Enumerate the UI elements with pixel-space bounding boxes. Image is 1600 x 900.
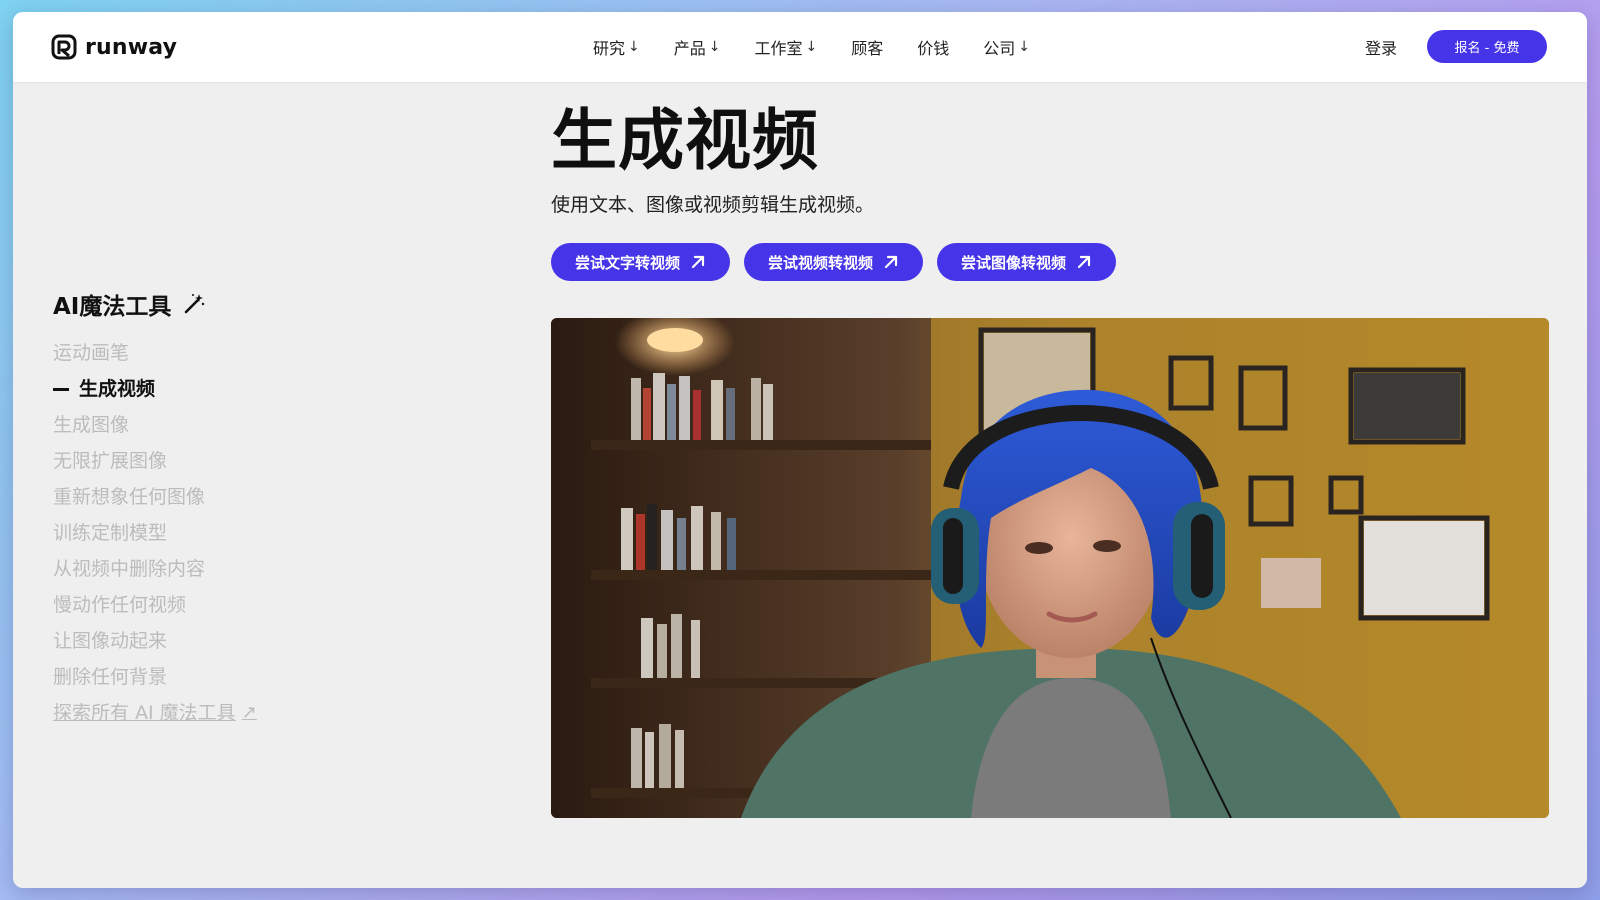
menu-item-label: 公司	[983, 39, 1016, 58]
cta-label: 尝试文字转视频	[575, 253, 681, 272]
sidebar-item-label: 慢动作任何视频	[53, 594, 187, 616]
sidebar-item-label: 训练定制模型	[53, 522, 168, 544]
arrow-up-right-icon	[884, 255, 898, 269]
cta-label: 尝试视频转视频	[768, 253, 874, 272]
sidebar-item-label: 重新想象任何图像	[53, 486, 206, 508]
menu-item-label: 研究	[593, 39, 626, 58]
page-subtitle: 使用文本、图像或视频剪辑生成视频。	[551, 194, 875, 216]
sidebar-item-remove-from-video[interactable]: 从视频中删除内容	[53, 551, 493, 587]
sidebar-item-reimagine-image[interactable]: 重新想象任何图像	[53, 479, 493, 515]
hero-illustration	[551, 318, 1549, 818]
arrow-down-icon: ↓	[805, 39, 818, 55]
sidebar-heading-text: AI魔法工具	[53, 294, 172, 320]
arrow-down-icon: ↓	[708, 39, 721, 55]
sidebar-item-label: 生成视频	[79, 378, 156, 400]
sidebar-item-train-model[interactable]: 训练定制模型	[53, 515, 493, 551]
main-menu: 研究 ↓ 产品 ↓ 工作室 ↓ 顾客 价钱 公司 ↓	[593, 12, 1064, 82]
sidebar-item-slow-motion[interactable]: 慢动作任何视频	[53, 587, 493, 623]
try-image-to-video-button[interactable]: 尝试图像转视频	[937, 243, 1117, 281]
arrow-down-icon: ↓	[1018, 39, 1031, 55]
magic-wand-icon	[185, 294, 205, 314]
sidebar-list: 运动画笔 生成视频 生成图像 无限扩展图像 重新想象任何图像 训练定制模型 从视…	[53, 335, 493, 731]
try-text-to-video-button[interactable]: 尝试文字转视频	[551, 243, 731, 281]
sidebar-item-generate-image[interactable]: 生成图像	[53, 407, 493, 443]
login-link[interactable]: 登录	[1365, 35, 1397, 59]
sidebar-item-motion-brush[interactable]: 运动画笔	[53, 335, 493, 371]
top-navigation: runway 研究 ↓ 产品 ↓ 工作室 ↓ 顾客 价钱 公司 ↓ 登录 报名 …	[13, 12, 1587, 83]
menu-item-research[interactable]: 研究 ↓	[593, 35, 640, 59]
sidebar-item-expand-image[interactable]: 无限扩展图像	[53, 443, 493, 479]
sidebar-item-label: 无限扩展图像	[53, 450, 168, 472]
sidebar-item-animate-image[interactable]: 让图像动起来	[53, 623, 493, 659]
arrow-up-right-icon	[691, 255, 705, 269]
runway-logo-icon	[51, 34, 77, 60]
menu-item-label: 产品	[673, 39, 706, 58]
page-title: 生成视频	[551, 102, 819, 179]
logo[interactable]: runway	[51, 34, 177, 60]
explore-all-tools-link[interactable]: 探索所有 AI 魔法工具 ↗	[53, 695, 493, 731]
sidebar-item-label: 运动画笔	[53, 342, 130, 364]
explore-link-label: 探索所有 AI 魔法工具	[53, 702, 236, 724]
sidebar-item-label: 让图像动起来	[53, 630, 168, 652]
hero-image	[551, 318, 1549, 818]
external-link-icon: ↗	[241, 702, 257, 723]
try-video-to-video-button[interactable]: 尝试视频转视频	[744, 243, 924, 281]
tools-sidebar: AI魔法工具 运动画笔 生成视频 生成图像 无限扩展图像 重新想象任何图像 训练…	[53, 287, 493, 731]
menu-item-label: 工作室	[754, 39, 803, 58]
signup-button[interactable]: 报名 - 免费	[1427, 30, 1547, 63]
active-indicator	[53, 387, 69, 391]
sidebar-item-label: 生成图像	[53, 414, 130, 436]
sidebar-heading: AI魔法工具	[53, 287, 493, 321]
sidebar-item-label: 删除任何背景	[53, 666, 168, 688]
menu-item-studio[interactable]: 工作室 ↓	[755, 35, 818, 59]
menu-item-products[interactable]: 产品 ↓	[674, 35, 721, 59]
main-content: 生成视频 使用文本、图像或视频剪辑生成视频。 尝试文字转视频 尝试视频转视频 尝…	[551, 102, 1117, 281]
menu-item-company[interactable]: 公司 ↓	[983, 35, 1030, 59]
browser-window: runway 研究 ↓ 产品 ↓ 工作室 ↓ 顾客 价钱 公司 ↓ 登录 报名 …	[13, 12, 1587, 888]
menu-item-label: 价钱	[917, 39, 950, 58]
sidebar-item-label: 从视频中删除内容	[53, 558, 206, 580]
menu-item-customers[interactable]: 顾客	[851, 35, 883, 59]
menu-item-label: 顾客	[851, 39, 884, 58]
sidebar-item-generate-video[interactable]: 生成视频	[53, 371, 493, 407]
brand-name: runway	[85, 34, 178, 60]
arrow-up-right-icon	[1077, 255, 1091, 269]
cta-label: 尝试图像转视频	[961, 253, 1067, 272]
arrow-down-icon: ↓	[628, 39, 640, 55]
cta-row: 尝试文字转视频 尝试视频转视频 尝试图像转视频	[551, 243, 1117, 281]
menu-item-pricing[interactable]: 价钱	[917, 35, 949, 59]
sidebar-item-remove-background[interactable]: 删除任何背景	[53, 659, 493, 695]
